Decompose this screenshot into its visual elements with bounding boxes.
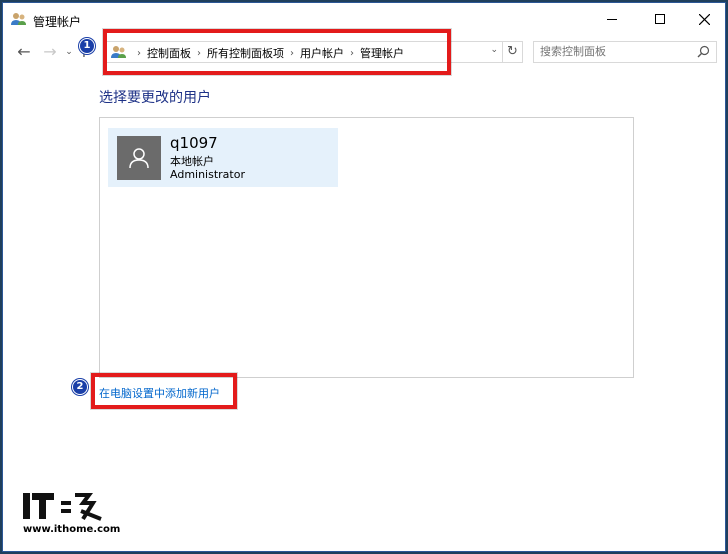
recent-locations-button[interactable]: ⌄ — [63, 41, 75, 63]
watermark-url: www.ithome.com — [23, 524, 121, 535]
account-role: Administrator — [170, 168, 245, 181]
step-badge-1: 1 — [79, 38, 95, 54]
forward-button[interactable]: → — [39, 41, 61, 63]
minimize-button[interactable] — [589, 3, 635, 35]
minimize-icon — [607, 18, 617, 20]
search-input[interactable] — [540, 45, 690, 58]
refresh-button[interactable]: ↻ — [503, 41, 523, 63]
address-dropdown-icon[interactable]: ⌄ — [490, 45, 498, 55]
search-icon — [697, 45, 710, 58]
manage-accounts-window: 管理帐户 ← → ⌄ ↑ › 控制面板 › 所有控制面板项 › 用户帐户 › 管… — [2, 2, 726, 552]
close-icon — [698, 13, 710, 25]
close-button[interactable] — [681, 3, 725, 35]
highlight-breadcrumb — [103, 29, 451, 75]
avatar — [117, 136, 161, 180]
window-title: 管理帐户 — [33, 15, 82, 29]
step-badge-2: 2 — [72, 379, 88, 395]
account-type: 本地帐户 — [170, 155, 214, 168]
highlight-add-user-link — [91, 373, 237, 409]
search-box[interactable] — [533, 41, 717, 63]
user-tile-q1097[interactable]: q1097 本地帐户 Administrator — [108, 128, 338, 187]
maximize-button[interactable] — [637, 3, 683, 35]
page-title: 选择要更改的用户 — [99, 90, 211, 106]
user-name: q1097 — [170, 134, 218, 152]
user-list-panel: q1097 本地帐户 Administrator — [99, 117, 634, 378]
back-button[interactable]: ← — [13, 41, 35, 63]
ithome-logo — [23, 493, 102, 521]
maximize-icon — [655, 14, 665, 24]
user-icon — [129, 148, 149, 169]
users-icon — [11, 13, 26, 25]
